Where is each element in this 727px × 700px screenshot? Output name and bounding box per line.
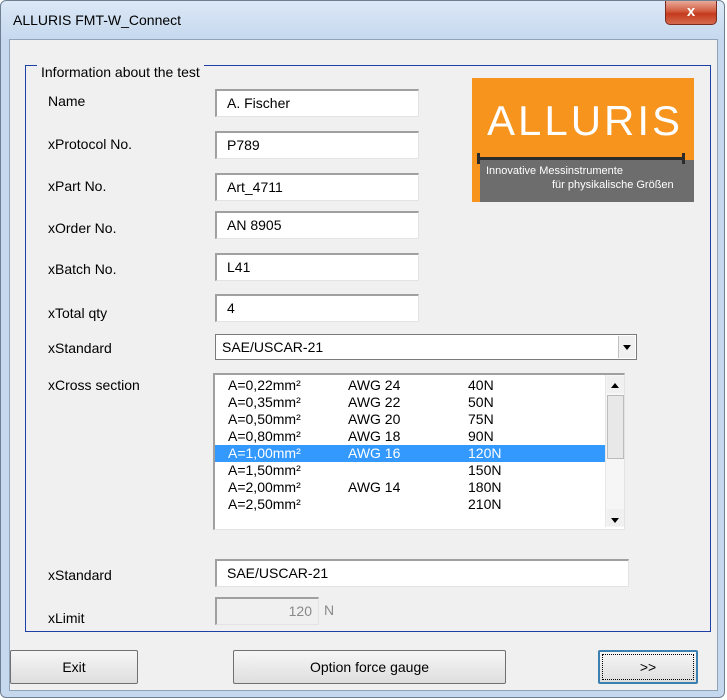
list-item[interactable]: A=0,80mm² AWG 18 90N xyxy=(215,428,605,445)
part-label: xPart No. xyxy=(48,178,107,194)
list-item[interactable]: A=1,50mm² 150N xyxy=(215,462,605,479)
list-item[interactable]: A=0,50mm² AWG 20 75N xyxy=(215,411,605,428)
cross-section-rows: A=0,22mm² AWG 24 40N A=0,35mm² AWG 22 50N A=0,… xyxy=(215,377,605,513)
logo-tagline-1: Innovative Messinstrumente xyxy=(486,165,623,177)
alluris-logo: ALLURIS Innovative Messinstrumente für p… xyxy=(472,78,694,202)
standard-select[interactable]: SAE/USCAR-21 xyxy=(215,334,637,360)
cross-section-list[interactable]: A=0,22mm² AWG 24 40N A=0,35mm² AWG 22 50N A=0,… xyxy=(213,373,625,530)
standard-dropdown-button[interactable] xyxy=(618,336,635,358)
scroll-up-button[interactable] xyxy=(607,376,624,393)
cross-section-label: xCross section xyxy=(48,377,140,393)
logo-tagline-2: für physikalische Größen xyxy=(552,179,674,191)
option-force-gauge-button[interactable]: Option force gauge xyxy=(233,650,506,684)
list-item[interactable]: A=0,22mm² AWG 24 40N xyxy=(215,377,605,394)
logo-bar-cap xyxy=(477,153,480,164)
exit-button[interactable]: Exit xyxy=(10,650,138,684)
arrow-up-icon xyxy=(611,383,619,388)
list-item-awg: AWG 18 xyxy=(348,428,401,444)
list-item-force: 120N xyxy=(468,445,502,461)
logo-brand-text: ALLURIS xyxy=(487,97,684,144)
scroll-thumb[interactable] xyxy=(607,395,624,459)
limit-label: xLimit xyxy=(48,610,85,626)
limit-unit: N xyxy=(324,602,335,618)
title-bar[interactable]: ALLURIS FMT-W_Connect x xyxy=(1,1,726,39)
list-item-force: 180N xyxy=(468,479,502,495)
name-field[interactable]: A. Fischer xyxy=(215,89,419,117)
next-button[interactable]: >> xyxy=(598,650,698,684)
list-item-area: A=0,35mm² xyxy=(228,394,301,410)
standard-display-label: xStandard xyxy=(48,567,112,583)
list-item-awg: AWG 22 xyxy=(348,394,401,410)
list-item-awg: AWG 20 xyxy=(348,411,401,427)
logo-bar-cap xyxy=(682,153,685,164)
logo-bar xyxy=(477,157,685,160)
next-button-label: >> xyxy=(602,654,694,680)
list-item-force: 40N xyxy=(468,377,494,393)
list-item-force: 210N xyxy=(468,496,502,512)
chevron-down-icon xyxy=(623,345,631,350)
batch-label: xBatch No. xyxy=(48,261,117,277)
group-title: Information about the test xyxy=(37,64,204,80)
list-item-awg: AWG 14 xyxy=(348,479,401,495)
list-item-area: A=1,00mm² xyxy=(228,445,301,461)
protocol-field[interactable]: P789 xyxy=(215,131,419,159)
list-item[interactable]: A=2,00mm² AWG 14 180N xyxy=(215,479,605,496)
name-label: Name xyxy=(48,93,86,109)
list-item-area: A=0,22mm² xyxy=(228,377,301,393)
window-title: ALLURIS FMT-W_Connect xyxy=(13,12,182,28)
list-item-area: A=1,50mm² xyxy=(228,462,301,478)
standard-display-field[interactable]: SAE/USCAR-21 xyxy=(215,559,629,587)
list-item-area: A=0,50mm² xyxy=(228,411,301,427)
limit-field: 120 xyxy=(215,597,319,625)
list-item-force: 150N xyxy=(468,462,502,478)
scroll-down-button[interactable] xyxy=(607,509,624,526)
list-item[interactable]: A=1,00mm² AWG 16 120N xyxy=(215,445,605,462)
list-item-force: 50N xyxy=(468,394,494,410)
protocol-label: xProtocol No. xyxy=(48,136,133,152)
list-item-force: 75N xyxy=(468,411,494,427)
standard-select-value: SAE/USCAR-21 xyxy=(222,339,324,355)
standard-label: xStandard xyxy=(48,340,112,356)
list-item-area: A=2,50mm² xyxy=(228,496,301,512)
part-field[interactable]: Art_4711 xyxy=(215,173,419,201)
close-button[interactable]: x xyxy=(665,1,717,25)
total-qty-label: xTotal qty xyxy=(48,305,108,321)
order-label: xOrder No. xyxy=(48,220,117,236)
batch-field[interactable]: L41 xyxy=(215,253,419,281)
list-item-area: A=0,80mm² xyxy=(228,428,301,444)
list-scrollbar[interactable] xyxy=(605,375,624,527)
arrow-down-icon xyxy=(611,518,619,523)
list-item-awg: AWG 16 xyxy=(348,445,401,461)
total-qty-field[interactable]: 4 xyxy=(215,294,419,322)
list-item-force: 90N xyxy=(468,428,494,444)
order-field[interactable]: AN 8905 xyxy=(215,211,419,239)
list-item-area: A=2,00mm² xyxy=(228,479,301,495)
list-item[interactable]: A=2,50mm² 210N xyxy=(215,496,605,513)
list-item[interactable]: A=0,35mm² AWG 22 50N xyxy=(215,394,605,411)
list-item-awg: AWG 24 xyxy=(348,377,401,393)
